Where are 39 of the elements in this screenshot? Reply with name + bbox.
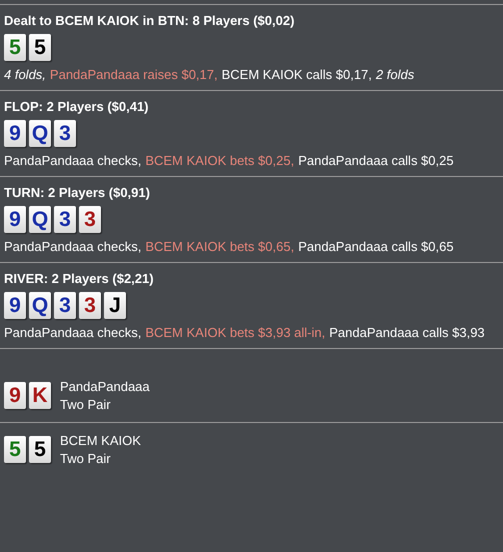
playing-card: 9: [4, 120, 26, 147]
playing-card: 5: [4, 436, 26, 463]
playing-card: 5: [4, 34, 26, 61]
playing-card: 9: [4, 206, 26, 233]
playing-card: 5: [29, 34, 51, 61]
street-heading: TURN: 2 Players ($0,91): [4, 185, 151, 200]
action-text: BCEM KAIOK bets $3,93 all-in,: [145, 325, 326, 340]
action-text: PandaPandaaa checks,: [4, 153, 142, 168]
playing-card: J: [104, 292, 126, 319]
player-name: BCEM KAIOK: [60, 433, 141, 448]
street-heading: RIVER: 2 Players ($2,21): [4, 271, 155, 286]
action-text: BCEM KAIOK bets $0,25,: [145, 153, 294, 168]
action-text: BCEM KAIOK bets $0,65,: [145, 239, 294, 254]
action-text: PandaPandaaa calls $0,65: [298, 239, 454, 254]
action-text: BCEM KAIOK calls $0,17,: [222, 67, 372, 82]
street-heading: Dealt to BCEM KAIOK in BTN: 8 Players ($0,02): [4, 13, 296, 28]
action-text: 2 folds: [376, 67, 414, 82]
playing-card: 9: [4, 292, 26, 319]
playing-card: 3: [54, 292, 76, 319]
playing-card: 3: [54, 120, 76, 147]
playing-card: 3: [54, 206, 76, 233]
action-text: PandaPandaaa calls $0,25: [298, 153, 454, 168]
playing-card: Q: [29, 292, 51, 319]
playing-card: 5: [29, 436, 51, 463]
action-text: PandaPandaaa checks,: [4, 325, 142, 340]
hand-rank: Two Pair: [60, 397, 112, 412]
player-name: PandaPandaaa: [60, 379, 150, 394]
playing-card: 9: [4, 382, 26, 409]
action-text: PandaPandaaa checks,: [4, 239, 142, 254]
playing-card: 3: [79, 292, 101, 319]
playing-card: K: [29, 382, 51, 409]
action-text: 4 folds,: [4, 67, 46, 82]
playing-card: Q: [29, 120, 51, 147]
playing-card: 3: [79, 206, 101, 233]
action-text: PandaPandaaa calls $3,93: [329, 325, 485, 340]
playing-card: Q: [29, 206, 51, 233]
street-heading: FLOP: 2 Players ($0,41): [4, 99, 150, 114]
hand-rank: Two Pair: [60, 451, 112, 466]
action-text: PandaPandaaa raises $0,17,: [50, 67, 218, 82]
